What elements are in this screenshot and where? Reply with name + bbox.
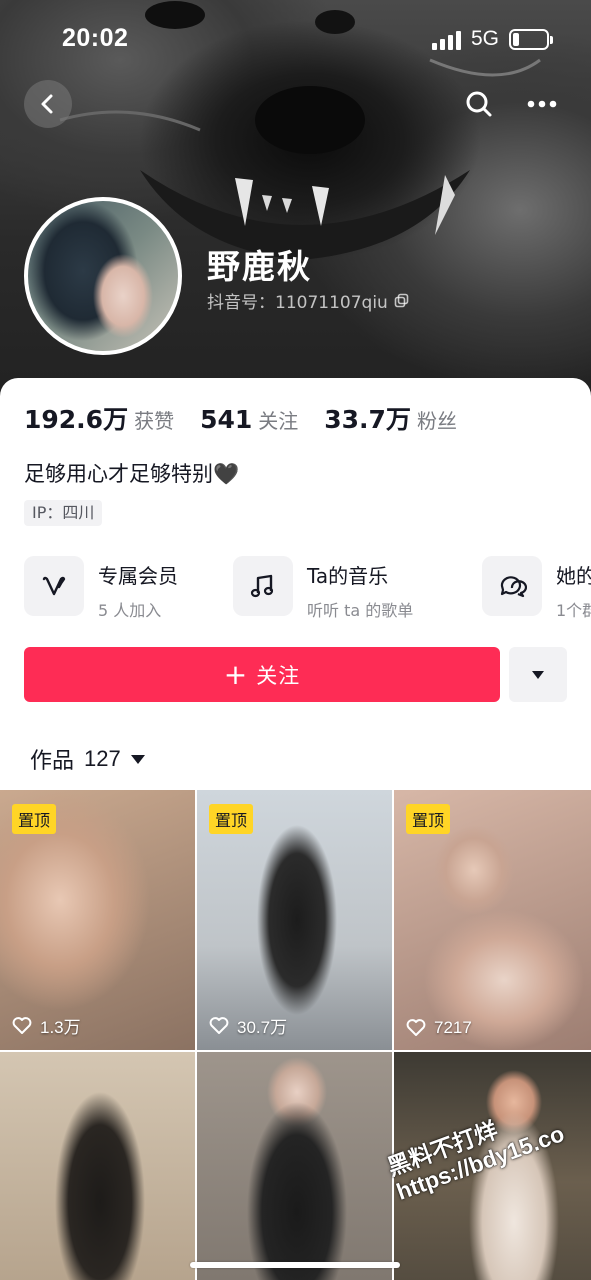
profile-name: 野鹿秋 [207, 247, 312, 286]
douyin-id-text: 抖音号：11071107qiu [207, 293, 388, 313]
signal-strength-icon [432, 30, 464, 50]
video-grid: 置顶 1.3万 置顶 30.7万 置顶 7217 [0, 790, 591, 1280]
chevron-left-icon [41, 94, 53, 114]
caret-down-icon [130, 754, 145, 764]
v-member-icon [42, 576, 66, 596]
feature-group-subtitle: 1个群 [556, 601, 591, 620]
video-tile[interactable] [0, 1052, 195, 1280]
video-tile[interactable] [197, 1052, 392, 1280]
stat-followers-label: 粉丝 [416, 409, 457, 433]
video-tile[interactable]: 置顶 30.7万 [197, 790, 392, 1050]
heart-icon [406, 1019, 426, 1036]
status-bar: 20:02 5G [0, 0, 591, 80]
douyin-id-row[interactable]: 抖音号：11071107qiu [207, 288, 410, 313]
stat-likes-value: 192.6万 [24, 405, 129, 434]
feature-music-title: Ta的音乐 [307, 564, 389, 588]
feature-music-icon-box [233, 556, 293, 616]
feature-music-subtitle: 听听 ta 的歌单 [307, 601, 414, 620]
feature-member-icon-box [24, 556, 84, 616]
video-tile[interactable]: 置顶 7217 [394, 790, 591, 1050]
video-likes: 1.3万 [12, 1013, 81, 1038]
stat-following-label: 关注 [258, 409, 299, 433]
video-likes-count: 1.3万 [40, 1018, 81, 1037]
network-type: 5G [471, 27, 500, 50]
pinned-badge: 置顶 [209, 804, 254, 834]
video-likes: 7217 [406, 1018, 472, 1038]
follow-button[interactable]: + 关注 [24, 647, 500, 702]
group-chat-icon [500, 576, 527, 598]
video-likes-count: 7217 [434, 1018, 472, 1037]
follow-plus-icon: + [223, 657, 249, 691]
stat-likes[interactable]: 192.6万 获赞 [24, 400, 174, 436]
feature-member[interactable]: 专属会员 5 人加入 [24, 556, 178, 621]
stat-following[interactable]: 541 关注 [200, 405, 298, 434]
tab-works[interactable]: 作品 127 [30, 743, 145, 775]
tab-works-count: 127 [84, 746, 121, 771]
feature-group-title: 她的 [556, 564, 591, 588]
triangle-down-icon [532, 670, 544, 679]
stat-following-value: 541 [200, 405, 253, 434]
feature-member-subtitle: 5 人加入 [98, 601, 162, 620]
tab-works-label: 作品 [30, 749, 75, 774]
stat-followers-value: 33.7万 [324, 405, 411, 434]
battery-icon [509, 29, 553, 50]
ip-location-badge: IP：四川 [24, 500, 103, 526]
back-button[interactable] [24, 80, 72, 128]
more-options-button[interactable] [525, 90, 559, 118]
video-likes: 30.7万 [209, 1013, 287, 1038]
copy-icon[interactable] [394, 293, 410, 309]
feature-group-icon-box [482, 556, 542, 616]
heart-icon [12, 1016, 32, 1034]
profile-avatar[interactable] [24, 197, 182, 355]
video-likes-count: 30.7万 [237, 1018, 288, 1037]
pinned-badge: 置顶 [406, 804, 451, 834]
follow-button-label: 关注 [256, 663, 301, 688]
home-indicator [190, 1262, 400, 1268]
stat-followers[interactable]: 33.7万 粉丝 [324, 400, 457, 436]
feature-member-title: 专属会员 [98, 564, 178, 588]
feature-music[interactable]: Ta的音乐 听听 ta 的歌单 [233, 556, 413, 621]
feature-group[interactable]: 她的 1个群 [482, 556, 591, 621]
search-button[interactable] [463, 88, 495, 120]
search-icon [466, 91, 492, 117]
more-dots-icon [527, 100, 557, 108]
profile-stats: 192.6万 获赞 541 关注 33.7万 粉丝 [24, 400, 483, 436]
status-time: 20:02 [62, 24, 129, 52]
stat-likes-label: 获赞 [134, 409, 175, 433]
pinned-badge: 置顶 [12, 804, 57, 834]
recommend-dropdown-button[interactable] [509, 647, 567, 702]
video-tile[interactable]: 置顶 1.3万 [0, 790, 195, 1050]
music-note-icon [250, 574, 274, 598]
profile-bio: 足够用心才足够特别🖤 [24, 462, 240, 486]
heart-icon [209, 1016, 229, 1034]
